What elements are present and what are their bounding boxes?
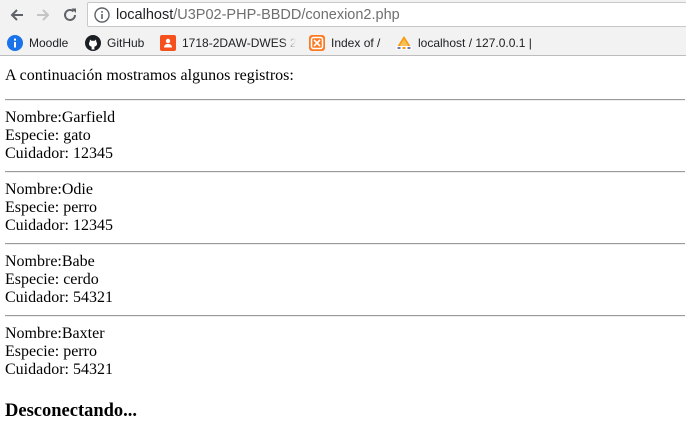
arrow-right-icon — [37, 9, 50, 21]
bookmark-classroom[interactable]: 1718-2DAW-DWES 2 — [160, 34, 296, 52]
record-nombre: Nombre:Odie — [5, 181, 93, 198]
bookmark-moodle[interactable]: Moodle — [7, 34, 77, 52]
record-nombre: Nombre:Garfield — [5, 109, 116, 126]
bookmark-github[interactable]: GitHub — [85, 34, 153, 52]
bookmark-label: Moodle — [29, 36, 69, 50]
record-cuidador: Cuidador: 54321 — [5, 361, 113, 378]
back-button[interactable] — [7, 5, 27, 25]
record-cuidador: Cuidador: 12345 — [5, 145, 113, 162]
browser-toolbar: localhost/U3P02-PHP-BBDD/conexion2.php — [0, 0, 686, 30]
record-item: Nombre:Garfield Especie: gato Cuidador: … — [5, 109, 115, 163]
github-icon — [85, 35, 101, 51]
record-nombre: Nombre:Babe — [5, 253, 95, 270]
bookmark-index[interactable]: Index of / — [309, 34, 389, 52]
url-path: /U3P02-PHP-BBDD/conexion2.php — [173, 7, 400, 23]
bookmark-label: GitHub — [107, 36, 145, 50]
info-icon[interactable] — [94, 7, 110, 23]
horizontal-rule — [5, 243, 685, 245]
record-item: Nombre:Odie Especie: perro Cuidador: 123… — [5, 181, 113, 235]
record-especie: Especie: gato — [5, 127, 91, 144]
bookmark-label: localhost / 127.0.0.1 | — [418, 36, 532, 50]
record-nombre: Nombre:Baxter — [5, 325, 105, 342]
bookmark-label: 1718-2DAW-DWES 2 — [182, 36, 296, 50]
horizontal-rule — [5, 99, 685, 101]
record-especie: Especie: perro — [5, 343, 97, 360]
record-cuidador: Cuidador: 12345 — [5, 217, 113, 234]
bookmarks-bar: Moodle GitHub 1718-2DAW-DWES 2 Index of … — [0, 30, 686, 56]
record-item: Nombre:Babe Especie: cerdo Cuidador: 543… — [5, 253, 113, 307]
reload-icon — [64, 8, 76, 21]
record-especie: Especie: perro — [5, 199, 97, 216]
bookmark-phpmyadmin[interactable]: localhost / 127.0.0.1 | — [396, 34, 541, 52]
url-text[interactable]: localhost/U3P02-PHP-BBDD/conexion2.php — [116, 7, 400, 23]
forward-button[interactable] — [33, 5, 53, 25]
info-icon — [7, 35, 23, 51]
xampp-icon — [309, 35, 325, 51]
url-host: localhost — [116, 7, 174, 23]
record-especie: Especie: cerdo — [5, 271, 99, 288]
phpmyadmin-icon — [396, 36, 412, 50]
intro-text: A continuación mostramos algunos registr… — [5, 67, 294, 84]
reload-button[interactable] — [60, 5, 80, 25]
classroom-icon — [160, 35, 176, 51]
closing-heading: Desconectando... — [5, 401, 138, 421]
horizontal-rule — [5, 171, 685, 173]
record-item: Nombre:Baxter Especie: perro Cuidador: 5… — [5, 325, 113, 379]
record-cuidador: Cuidador: 54321 — [5, 289, 113, 306]
horizontal-rule — [5, 315, 685, 317]
arrow-left-icon — [10, 9, 23, 21]
page-content: A continuación mostramos algunos registr… — [0, 56, 686, 439]
address-bar[interactable]: localhost/U3P02-PHP-BBDD/conexion2.php — [87, 2, 686, 27]
bookmark-label: Index of / — [331, 36, 381, 50]
